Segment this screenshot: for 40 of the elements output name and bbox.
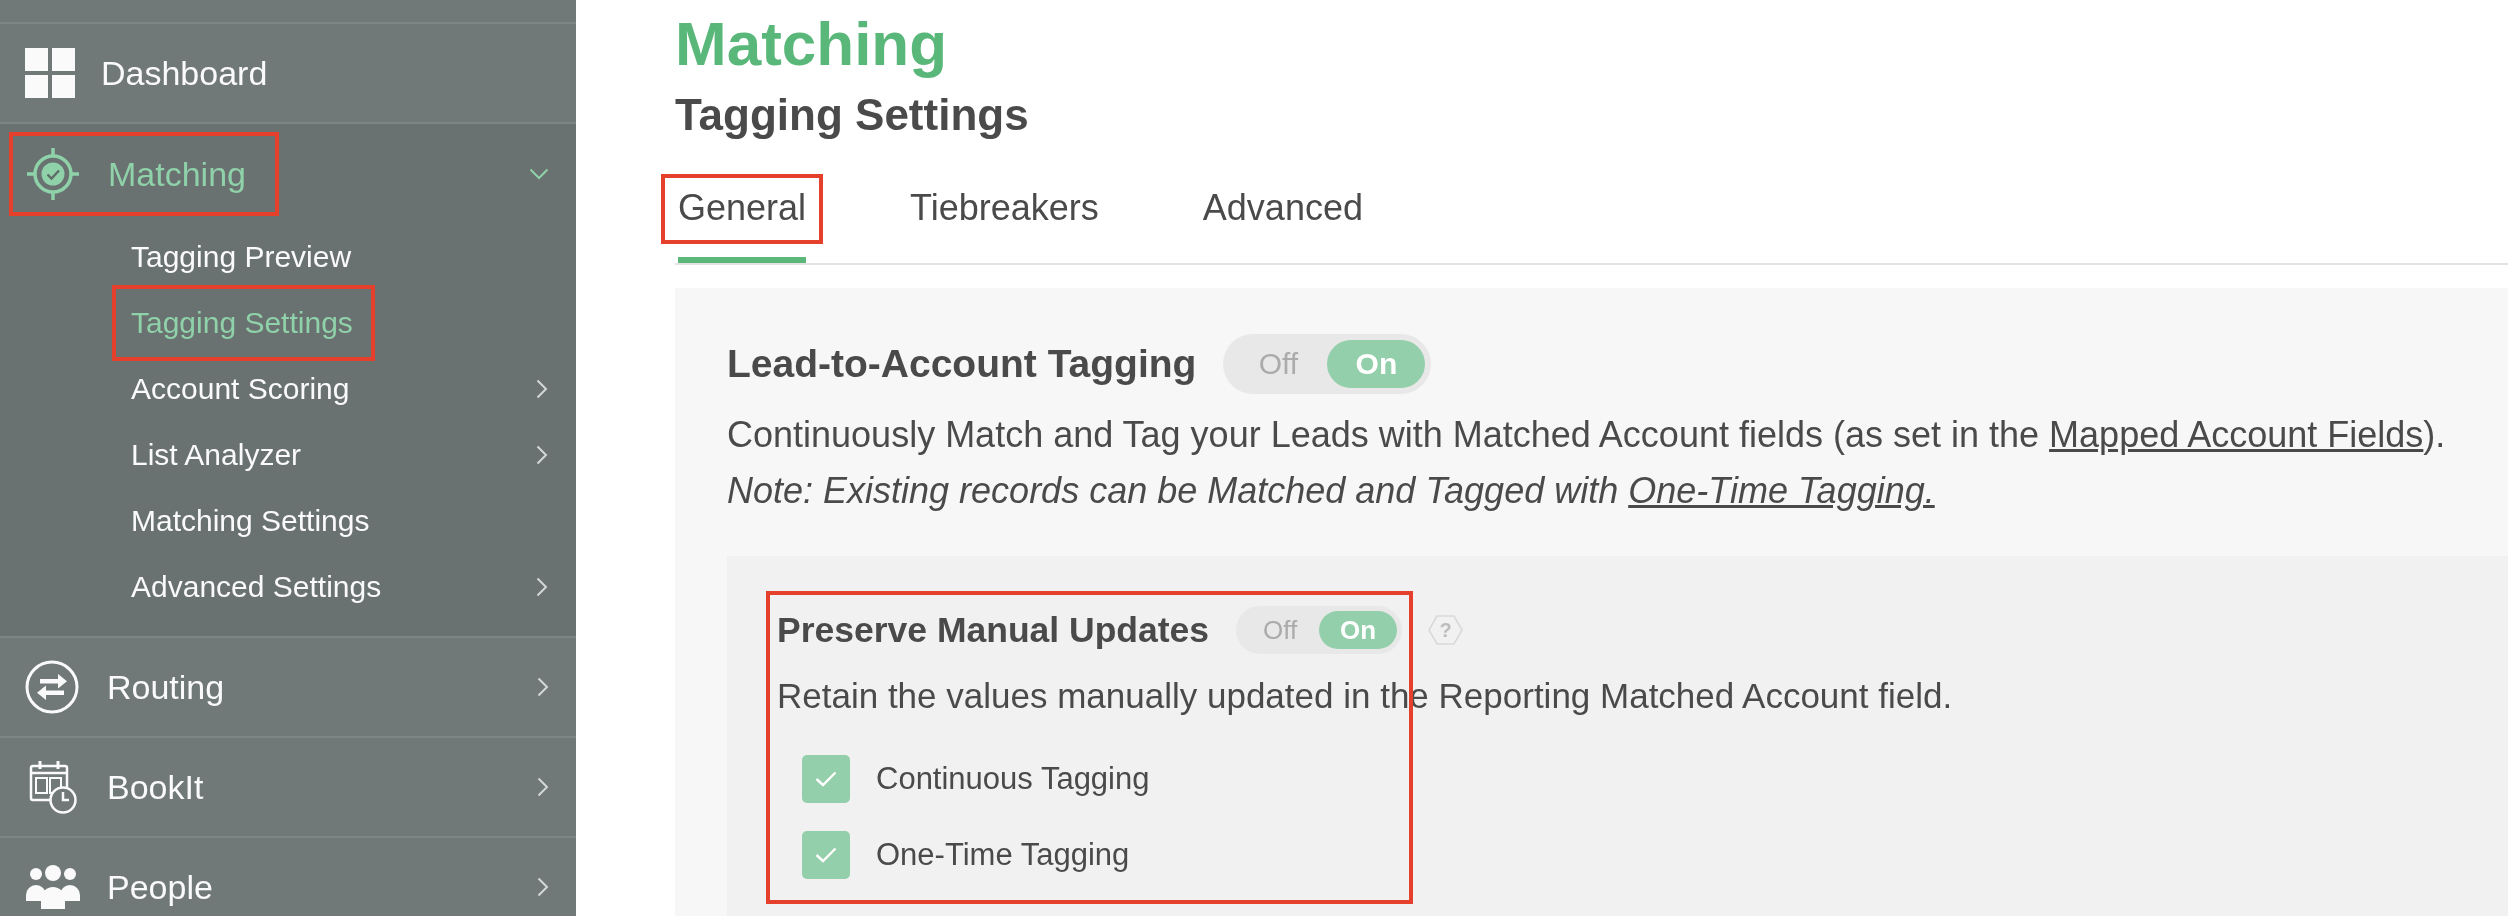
grid-icon [25,48,75,98]
tab[interactable]: Advanced [1202,186,1363,263]
chevron-right-icon[interactable] [536,577,548,597]
chevron-right-icon[interactable] [536,379,548,399]
sidebar-subitem[interactable]: Advanced Settings [0,554,576,620]
chevron-right-icon[interactable] [537,777,549,797]
checkbox[interactable] [802,831,850,879]
link[interactable]: Mapped Account Fields [2049,414,2424,455]
sidebar-subitem[interactable]: List Analyzer [0,422,576,488]
sidebar-item[interactable]: Matching [0,124,576,224]
sidebar-subitem[interactable]: Matching Settings [0,488,576,554]
check-icon [815,847,837,863]
checkbox-label: One-Time Tagging [876,837,1130,873]
sidebar-item[interactable]: Routing [0,638,576,736]
chevron-right-icon[interactable] [537,677,549,697]
arrows-circle-icon [25,660,79,714]
sidebar-item[interactable]: People [0,838,576,916]
people-icon [25,865,81,909]
sidebar-subitem[interactable]: Account Scoring [0,356,576,422]
check-icon [815,771,837,787]
chevron-right-icon[interactable] [537,877,549,897]
description-text: Continuously Match and Tag your Leads with Matched Account fields (as set in the Mapped Account Fields). [727,413,2447,457]
sidebar-item[interactable]: BookIt [0,738,576,836]
crosshair-icon [26,147,80,201]
calendar-clock-icon [29,760,77,814]
tab[interactable]: Tiebreakers [910,186,1099,263]
checkbox[interactable] [802,755,850,803]
page-title: Matching [675,8,948,80]
section-title: Lead-to-Account Tagging [727,342,1197,386]
chevron-right-icon[interactable] [536,445,548,465]
sidebar-subitem[interactable]: Tagging Settings [0,290,576,356]
page-subtitle: Tagging Settings [675,89,1029,141]
link[interactable]: One-Time Tagging. [1628,470,1935,511]
checkbox-label: Continuous Tagging [876,761,1150,797]
sidebar-item[interactable]: Dashboard [0,24,576,122]
section-title: Preserve Manual Updates [777,609,1210,651]
chevron-down-icon[interactable] [529,168,549,180]
tab[interactable]: General [678,186,807,263]
note-text: Note: Existing records can be Matched and Tagged with One-Time Tagging. [727,469,1936,513]
sidebar-subitem[interactable]: Tagging Preview [0,224,576,290]
